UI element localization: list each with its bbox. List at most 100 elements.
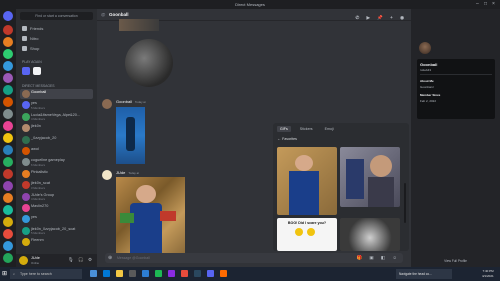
dm-item[interactable]: Fleenm (20, 237, 93, 247)
sticker-icon[interactable]: ◧ (381, 255, 388, 260)
gif-item[interactable] (340, 147, 400, 207)
conversation-search[interactable]: Find or start a conversation (20, 12, 93, 20)
tab-stickers[interactable]: Stickers (297, 126, 316, 132)
dm-subtitle: 4 Members (31, 197, 45, 202)
message-author-line: JUde Today at (116, 170, 139, 175)
avatar[interactable] (19, 256, 28, 265)
settings-icon[interactable]: ⚙ (88, 257, 92, 263)
dm-item[interactable]: jlek0n_0zzyjacob_20_scat 5 Members (20, 226, 93, 236)
home-icon[interactable] (3, 11, 13, 21)
taskbar-search[interactable]: ⌕ Type here to search (10, 269, 82, 279)
gif-item[interactable]: BOO! Did I scare you? (277, 218, 337, 251)
server-icon[interactable] (3, 133, 13, 143)
server-icon[interactable] (3, 181, 13, 191)
server-icon[interactable] (3, 49, 13, 59)
image-attachment[interactable] (116, 177, 185, 254)
video-icon[interactable]: ▶ (367, 15, 373, 20)
deafen-icon[interactable]: 🎧 (78, 257, 84, 263)
add-attachment-icon[interactable]: ⊕ (108, 253, 112, 263)
avatar[interactable] (102, 99, 112, 109)
windows-start-icon[interactable]: ⊞ (2, 270, 7, 277)
clock-date: 4/1/2021 (482, 273, 494, 278)
taskbar-clock[interactable]: 7:40 PM 4/1/2021 (482, 269, 494, 278)
server-icon[interactable] (3, 73, 13, 83)
tab-emoji[interactable]: Emoji (322, 126, 337, 132)
dm-item[interactable]: Pinkallstic (20, 169, 93, 179)
server-icon[interactable] (3, 241, 13, 251)
server-icon[interactable] (3, 85, 13, 95)
gif-section-title: Favorites (282, 137, 297, 141)
server-icon[interactable] (3, 109, 13, 119)
dm-item[interactable]: Lucia&ItsmeVega, Alpe&20... 4 Members (20, 112, 93, 122)
notification-toast[interactable]: Navigate the head co... (396, 269, 452, 279)
dm-item[interactable]: yes (20, 214, 93, 224)
image-attachment[interactable] (125, 39, 173, 87)
server-icon[interactable] (3, 145, 13, 155)
app-icon[interactable] (220, 270, 227, 277)
dm-name: Pinkallstic (31, 169, 48, 174)
call-icon[interactable]: ✆ (356, 15, 363, 20)
message-time: Today at (128, 171, 139, 175)
back-arrow-icon[interactable]: ← (277, 136, 281, 141)
add-server-icon[interactable] (3, 253, 13, 263)
dm-item[interactable]: Mavlin270 (20, 203, 93, 213)
dm-item[interactable]: coguellne gameplay 6 Members (20, 157, 93, 167)
mail-icon[interactable] (142, 270, 149, 277)
image-attachment[interactable] (116, 107, 145, 164)
server-icon[interactable] (3, 97, 13, 107)
mute-icon[interactable]: 🎙 (68, 257, 74, 263)
gif-icon[interactable]: ▣ (369, 255, 376, 260)
game-icon[interactable] (22, 67, 30, 75)
dm-item[interactable]: jlek0n (20, 123, 93, 133)
image-attachment[interactable] (119, 19, 159, 31)
task-view-icon[interactable] (90, 270, 97, 277)
server-icon[interactable] (3, 217, 13, 227)
add-friend-icon[interactable]: + (390, 15, 396, 20)
view-full-profile-link[interactable]: View Full Profile (411, 259, 500, 263)
message-input[interactable]: ⊕ Message @Goonball 🎁 ▣ ◧ ☺ (105, 253, 403, 263)
tab-gifs[interactable]: GIFs (277, 126, 291, 132)
file-explorer-icon[interactable] (116, 270, 123, 277)
server-icon[interactable] (3, 37, 13, 47)
message-author[interactable]: Goonball (116, 99, 132, 104)
app-icon[interactable] (168, 270, 175, 277)
server-icon[interactable] (3, 193, 13, 203)
steam-icon[interactable] (194, 270, 201, 277)
user-panel: JUde Online 🎙 🎧 ⚙ (16, 254, 97, 267)
minimize-icon[interactable]: – (476, 1, 479, 7)
store-icon[interactable] (129, 270, 136, 277)
close-icon[interactable]: × (492, 1, 495, 7)
dm-item[interactable]: awol (20, 146, 93, 156)
gift-icon[interactable]: 🎁 (356, 255, 365, 260)
dm-item[interactable]: yes 5 Members (20, 100, 93, 110)
profile-toggle-icon[interactable]: ◉ (400, 15, 407, 20)
gif-scrollbar[interactable] (404, 183, 406, 223)
gif-item[interactable] (277, 147, 337, 215)
server-icon[interactable] (3, 25, 13, 35)
emoji-icon[interactable]: ☺ (392, 255, 400, 260)
discord-icon[interactable] (207, 270, 214, 277)
dm-item[interactable]: Goonball (20, 89, 93, 99)
nav-friends[interactable]: Friends (20, 24, 93, 33)
dm-item[interactable]: _0zzyjacob_20 (20, 135, 93, 145)
game-icon[interactable] (33, 67, 41, 75)
avatar[interactable] (417, 40, 433, 56)
spotify-icon[interactable] (155, 270, 162, 277)
message-author[interactable]: JUde (116, 170, 125, 175)
nav-shop[interactable]: Shop (20, 44, 93, 53)
server-icon[interactable] (3, 169, 13, 179)
dm-item[interactable]: jlek0n_scat 3 Members (20, 180, 93, 190)
dm-item[interactable]: JUde's Group 4 Members (20, 192, 93, 202)
maximize-icon[interactable]: □ (484, 1, 487, 7)
app-icon[interactable] (181, 270, 188, 277)
pin-icon[interactable]: 📌 (377, 15, 386, 20)
avatar[interactable] (102, 170, 112, 180)
server-icon[interactable] (3, 205, 13, 215)
nav-nitro[interactable]: Nitro (20, 34, 93, 43)
server-icon[interactable] (3, 229, 13, 239)
edge-icon[interactable] (103, 270, 110, 277)
server-icon[interactable] (3, 61, 13, 71)
server-icon[interactable] (3, 121, 13, 131)
gif-item[interactable] (340, 218, 400, 251)
server-icon[interactable] (3, 157, 13, 167)
